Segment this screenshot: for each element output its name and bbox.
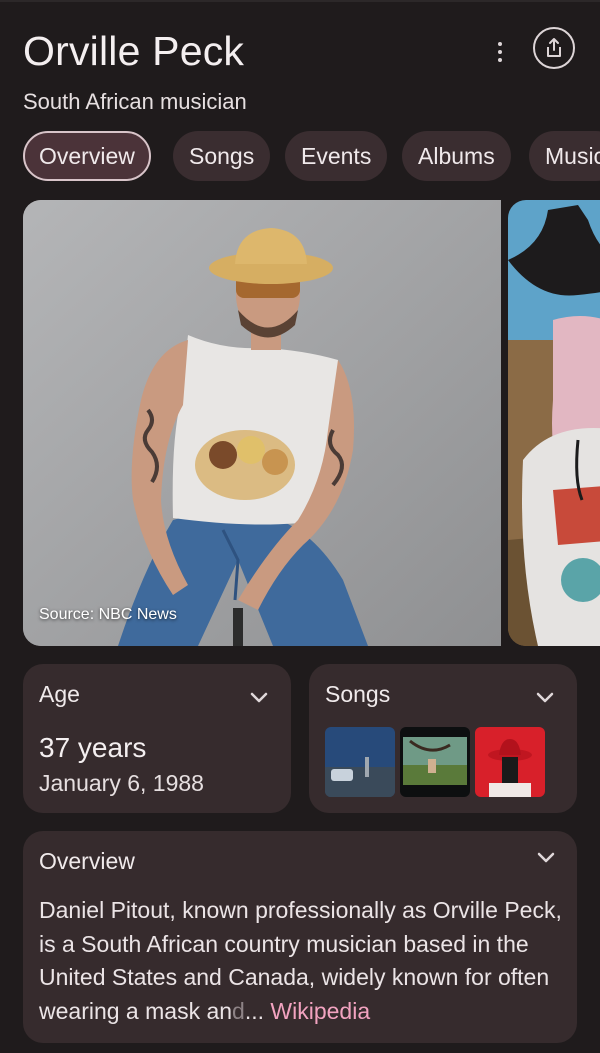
artist-photo-illustration <box>23 200 501 646</box>
tab-overview[interactable]: Overview <box>23 131 151 181</box>
image-source-caption: Source: NBC News <box>39 606 177 623</box>
artist-photo-2[interactable] <box>508 200 600 646</box>
song-thumbnail[interactable] <box>400 727 470 797</box>
overview-description: Daniel Pitout, known professionally as O… <box>39 894 567 1028</box>
overview-card[interactable]: Overview Daniel Pitout, known profession… <box>23 831 577 1043</box>
songs-card[interactable]: Songs <box>309 664 577 813</box>
overview-card-label: Overview <box>39 848 135 874</box>
tab-bar: Overview Songs Events Albums Music <box>23 131 600 181</box>
wikipedia-link[interactable]: Wikipedia <box>270 998 370 1024</box>
tab-music[interactable]: Music <box>529 131 600 181</box>
chevron-down-icon[interactable] <box>535 691 555 705</box>
tab-albums[interactable]: Albums <box>402 131 511 181</box>
status-divider <box>0 0 600 2</box>
tab-songs[interactable]: Songs <box>173 131 271 181</box>
song-thumbnail[interactable] <box>475 727 545 797</box>
birth-date: January 6, 1988 <box>39 770 204 796</box>
image-carousel[interactable]: Source: NBC News <box>23 200 600 646</box>
song-thumbnail[interactable] <box>325 727 395 797</box>
share-icon <box>547 38 561 57</box>
songs-card-label: Songs <box>325 681 391 707</box>
page-title: Orville Peck <box>23 28 245 74</box>
chevron-down-icon[interactable] <box>536 851 556 865</box>
artist-photo[interactable]: Source: NBC News <box>23 200 501 646</box>
overview-ellipsis: ... <box>244 997 265 1024</box>
chevron-down-icon[interactable] <box>249 691 269 705</box>
artist-photo-2-illustration <box>508 200 600 646</box>
age-value: 37 years <box>39 732 147 763</box>
tab-events[interactable]: Events <box>285 131 388 181</box>
age-card-label: Age <box>39 681 80 707</box>
age-card[interactable]: Age 37 years January 6, 1988 <box>23 664 291 813</box>
more-vert-icon[interactable] <box>488 38 512 66</box>
share-button[interactable] <box>533 27 575 69</box>
overview-text-fade: d <box>232 997 245 1024</box>
page-subtitle: South African musician <box>23 89 247 114</box>
